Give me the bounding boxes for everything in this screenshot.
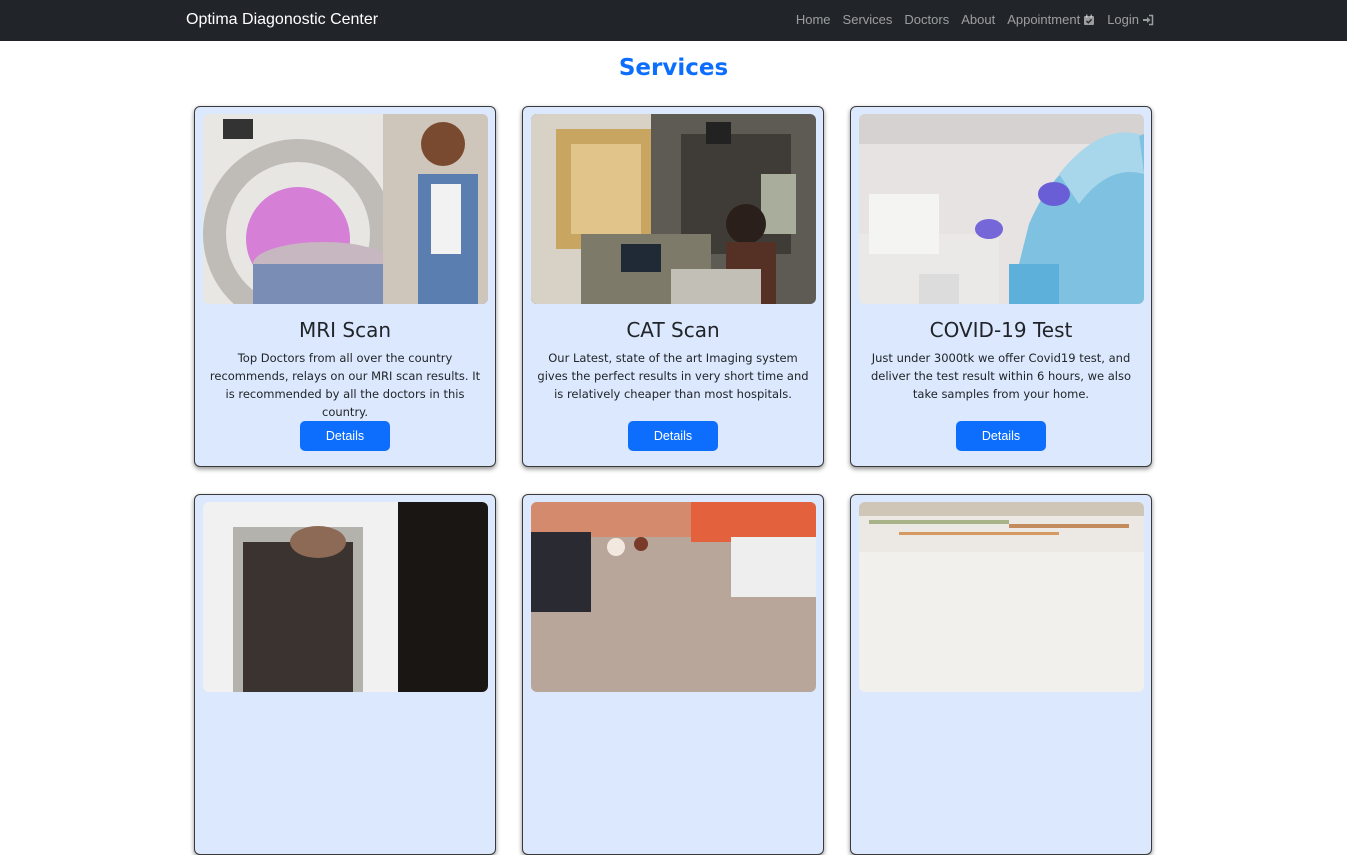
service-card-5 — [522, 494, 824, 855]
nav-doctors-label: Doctors — [904, 12, 950, 27]
covid-card-description: Just under 3000tk we offer Covid19 test,… — [870, 351, 1132, 401]
service-5-image — [531, 502, 816, 692]
service-card-mri: MRI Scan Top Doctors from all over the c… — [194, 106, 496, 467]
nav-about[interactable]: About — [961, 11, 995, 29]
nav-appointment-label: Appointment — [1007, 12, 1081, 27]
nav-services[interactable]: Services — [843, 11, 893, 29]
covid-test-image — [859, 114, 1144, 304]
cat-card-title: CAT Scan — [626, 318, 720, 342]
nav-home[interactable]: Home — [796, 11, 831, 29]
service-4-image — [203, 502, 488, 692]
service-6-image — [859, 502, 1144, 692]
mri-card-description: Top Doctors from all over the country re… — [209, 351, 481, 419]
calendar-check-icon — [1084, 14, 1095, 25]
covid-card-title: COVID-19 Test — [929, 318, 1073, 342]
service-card-cat: CAT Scan Our Latest, state of the art Im… — [522, 106, 824, 467]
nav-about-label: About — [961, 12, 996, 27]
mri-details-button[interactable]: Details — [300, 421, 390, 451]
nav-doctors[interactable]: Doctors — [904, 11, 949, 29]
service-card-6 — [850, 494, 1152, 855]
cat-scan-image — [531, 114, 816, 304]
nav-home-label: Home — [795, 12, 831, 27]
page-title: Services — [618, 55, 729, 81]
top-navbar: Optima Diagonostic Center Home Services … — [0, 0, 1347, 41]
cat-details-button[interactable]: Details — [628, 421, 718, 451]
service-card-covid: COVID-19 Test Just under 3000tk we offer… — [850, 106, 1152, 467]
mri-card-title: MRI Scan — [298, 318, 392, 342]
cat-card-description: Our Latest, state of the art Imaging sys… — [537, 351, 809, 401]
nav-appointment[interactable]: Appointment — [1007, 11, 1095, 29]
sign-in-icon — [1143, 14, 1154, 26]
covid-details-button[interactable]: Details — [956, 421, 1046, 451]
nav-login-label: Login — [1107, 12, 1139, 27]
nav-login[interactable]: Login — [1107, 11, 1154, 29]
mri-scan-image — [203, 114, 488, 304]
service-card-4 — [194, 494, 496, 855]
nav-services-label: Services — [842, 12, 893, 27]
brand-link[interactable]: Optima Diagonostic Center — [186, 10, 378, 30]
nav-links: Home Services Doctors About Appointment … — [796, 11, 1154, 29]
